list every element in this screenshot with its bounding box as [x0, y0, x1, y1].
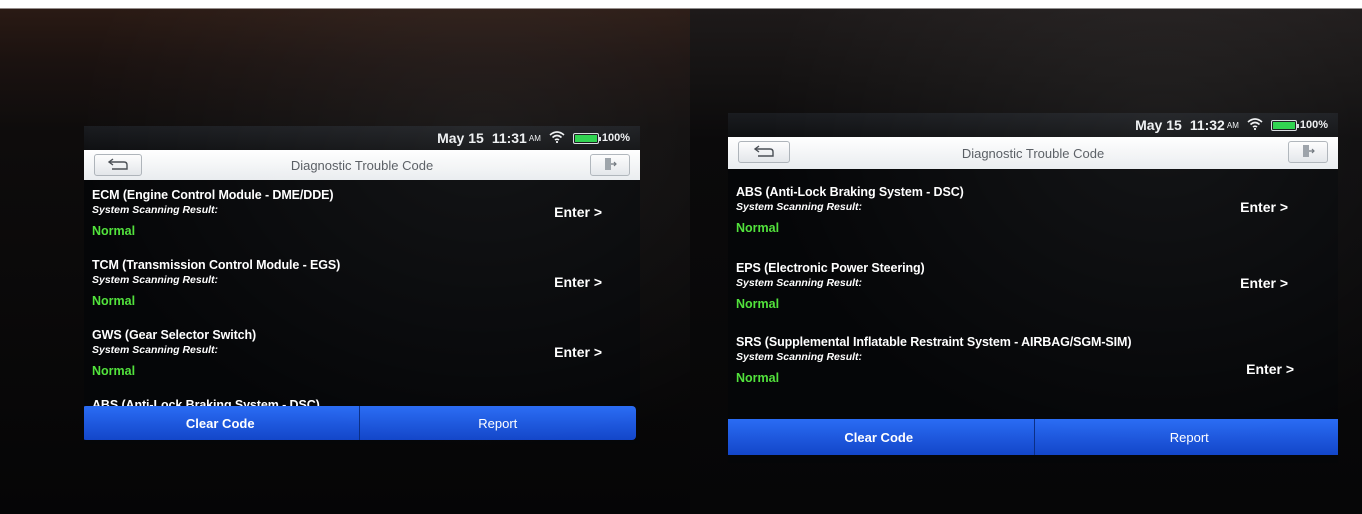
report-button[interactable]: Report	[359, 406, 636, 440]
photo-left: May 15 11:31 AM 100% Diagnostic Trouble …	[0, 0, 690, 514]
system-status: Normal	[736, 297, 780, 311]
list-item[interactable]: ABS (Anti-Lock Braking System - DSC) Sys…	[736, 185, 1338, 261]
system-name: ECM (Engine Control Module - DME/DDE)	[92, 188, 334, 202]
status-ampm: AM	[1226, 120, 1239, 130]
system-status: Normal	[92, 294, 136, 308]
wifi-icon	[1247, 117, 1263, 133]
status-date: May 15	[1135, 117, 1182, 133]
status-bar: May 15 11:31 AM 100%	[84, 126, 640, 150]
system-name: ABS (Anti-Lock Braking System - DSC)	[736, 185, 964, 199]
exit-door-icon	[603, 157, 617, 174]
system-name: TCM (Transmission Control Module - EGS)	[92, 258, 341, 272]
back-button[interactable]	[94, 154, 142, 176]
system-status: Normal	[736, 221, 780, 235]
clear-code-button[interactable]: Clear Code	[728, 419, 1035, 455]
enter-button[interactable]: Enter >	[1240, 199, 1288, 215]
system-list[interactable]: ECM (Engine Control Module - DME/DDE) Sy…	[84, 188, 640, 406]
system-list[interactable]: ABS (Anti-Lock Braking System - DSC) Sys…	[728, 185, 1338, 417]
enter-button[interactable]: Enter >	[554, 344, 602, 360]
exit-button[interactable]	[590, 154, 630, 176]
wifi-icon	[549, 130, 565, 146]
back-button[interactable]	[738, 141, 790, 163]
list-item[interactable]: TCM (Transmission Control Module - EGS) …	[92, 258, 640, 328]
list-item[interactable]: ECM (Engine Control Module - DME/DDE) Sy…	[92, 188, 640, 258]
status-date: May 15	[437, 130, 484, 146]
battery-level: 100%	[601, 132, 630, 144]
status-bar: May 15 11:32 AM 100%	[728, 113, 1338, 137]
enter-button[interactable]: Enter >	[1246, 361, 1294, 377]
battery-icon: 100%	[572, 132, 630, 144]
enter-button[interactable]: Enter >	[1240, 275, 1288, 291]
page-title: Diagnostic Trouble Code	[290, 157, 434, 173]
device-screen-left: May 15 11:31 AM 100% Diagnostic Trouble …	[84, 126, 640, 444]
enter-button[interactable]: Enter >	[554, 274, 602, 290]
action-bar: Clear Code Report	[84, 406, 636, 440]
device-screen-right: May 15 11:32 AM 100% Diagnostic Trouble …	[728, 113, 1338, 463]
battery-icon: 100%	[1270, 119, 1328, 131]
back-arrow-icon	[107, 157, 129, 174]
back-arrow-icon	[753, 144, 775, 161]
system-name: GWS (Gear Selector Switch)	[92, 328, 257, 342]
list-item[interactable]: SRS (Supplemental Inflatable Restraint S…	[736, 335, 1338, 417]
list-item[interactable]: GWS (Gear Selector Switch) System Scanni…	[92, 328, 640, 396]
action-bar: Clear Code Report	[728, 419, 1338, 455]
title-bar: Diagnostic Trouble Code	[728, 137, 1338, 169]
page-title: Diagnostic Trouble Code	[961, 145, 1105, 161]
list-item[interactable]: EPS (Electronic Power Steering) System S…	[736, 261, 1338, 335]
status-time: 11:32	[1189, 117, 1225, 133]
report-button[interactable]: Report	[1034, 419, 1338, 455]
exit-door-icon	[1301, 144, 1315, 161]
status-ampm: AM	[528, 133, 541, 143]
system-name: EPS (Electronic Power Steering)	[736, 261, 925, 275]
enter-button[interactable]: Enter >	[554, 204, 602, 220]
system-status: Normal	[92, 364, 136, 378]
system-status: Normal	[92, 224, 136, 238]
list-item-partial[interactable]: ABS (Anti-Lock Braking System - DSC)	[92, 396, 640, 406]
system-name: SRS (Supplemental Inflatable Restraint S…	[736, 335, 1132, 349]
status-time: 11:31	[491, 130, 527, 146]
title-bar: Diagnostic Trouble Code	[84, 150, 640, 180]
system-name: ABS (Anti-Lock Braking System - DSC)	[92, 398, 320, 406]
exit-button[interactable]	[1288, 141, 1328, 163]
clear-code-button[interactable]: Clear Code	[84, 406, 360, 440]
photo-right: May 15 11:32 AM 100% Diagnostic Trouble …	[690, 0, 1362, 514]
battery-level: 100%	[1299, 119, 1328, 131]
